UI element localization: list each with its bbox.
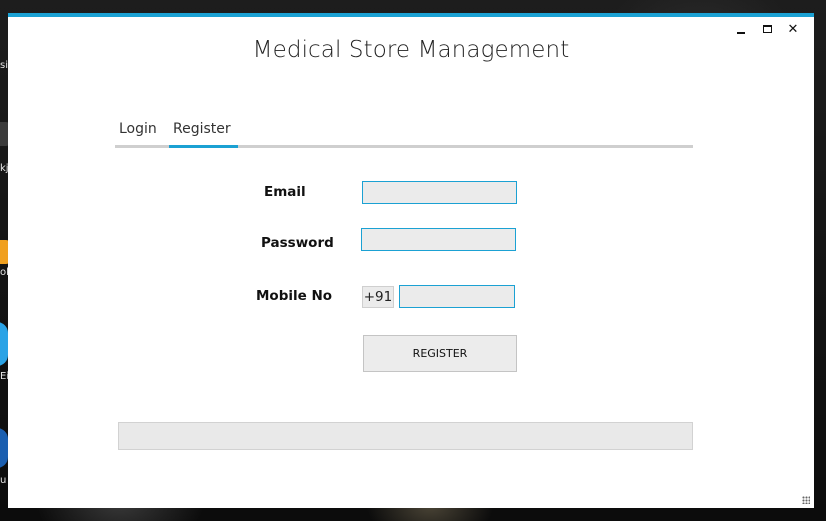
minimize-icon: [737, 32, 745, 34]
password-field[interactable]: [361, 228, 516, 251]
desktop-icon-label: u: [0, 475, 7, 486]
tab-register[interactable]: Register: [169, 121, 235, 148]
window-controls: ✕: [728, 19, 806, 39]
resize-grip-icon[interactable]: [802, 496, 810, 504]
password-label: Password: [261, 235, 334, 251]
status-bar: [118, 422, 693, 450]
tab-bar: Login Register: [115, 118, 693, 148]
country-code-prefix: +91: [362, 286, 394, 308]
tab-login[interactable]: Login: [115, 121, 161, 148]
email-label: Email: [264, 184, 306, 200]
maximize-button[interactable]: [754, 19, 780, 39]
maximize-icon: [762, 25, 772, 33]
minimize-button[interactable]: [728, 19, 754, 39]
email-field[interactable]: [362, 181, 517, 204]
app-window: ✕ Medical Store Management Login Registe…: [8, 13, 814, 508]
desktop-browser-icon[interactable]: [0, 428, 8, 468]
active-tab-indicator: [169, 145, 238, 148]
register-button[interactable]: REGISTER: [363, 335, 517, 372]
desktop-app-icon[interactable]: [0, 322, 8, 366]
close-icon: ✕: [787, 21, 799, 37]
mobile-label: Mobile No: [256, 288, 333, 304]
mobile-number-field[interactable]: [399, 285, 515, 308]
close-button[interactable]: ✕: [780, 19, 806, 39]
app-title: Medical Store Management: [252, 37, 570, 63]
